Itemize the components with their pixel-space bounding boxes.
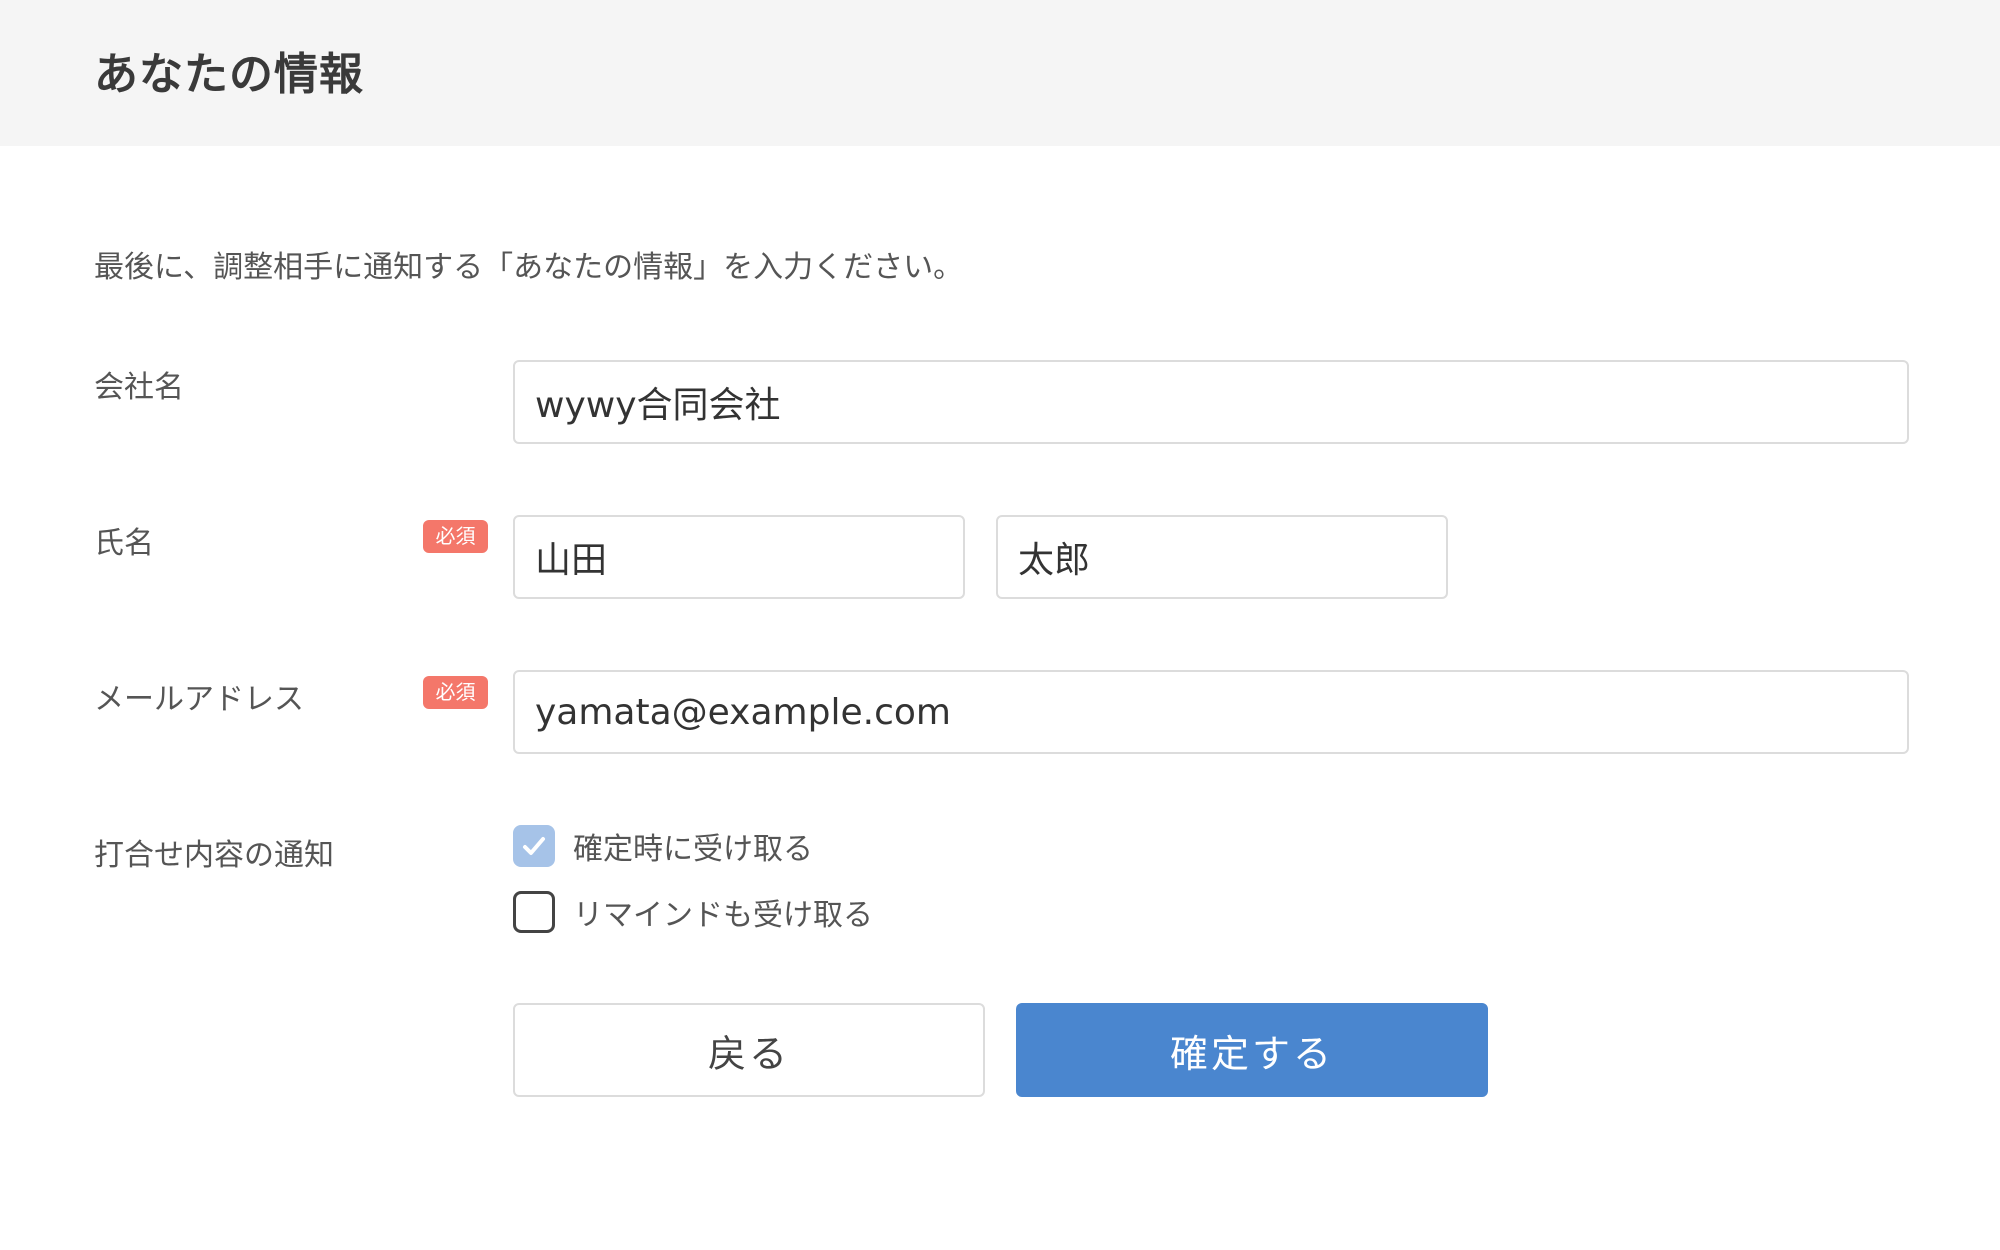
last-name-input[interactable] xyxy=(513,515,965,599)
name-required-badge: 必須 xyxy=(423,520,488,553)
notify-label: 打合せ内容の通知 xyxy=(94,838,334,873)
first-name-input[interactable] xyxy=(996,515,1448,599)
email-required-badge: 必須 xyxy=(423,676,488,709)
checkbox-remind-label: リマインドも受け取る xyxy=(573,898,873,933)
checkbox-confirm-label: 確定時に受け取る xyxy=(573,832,813,867)
page-header: あなたの情報 xyxy=(0,0,2000,146)
email-input[interactable] xyxy=(513,670,1909,754)
check-icon xyxy=(523,837,545,855)
checkbox-remind[interactable] xyxy=(513,891,555,933)
company-label: 会社名 xyxy=(94,370,184,405)
page-title: あなたの情報 xyxy=(94,49,364,100)
checkbox-confirm[interactable] xyxy=(513,825,555,867)
notify-option-remind[interactable]: リマインドも受け取る xyxy=(513,891,873,933)
intro-text: 最後に、調整相手に通知する「あなたの情報」を入力ください。 xyxy=(94,250,964,285)
confirm-button[interactable]: 確定する xyxy=(1016,1003,1488,1097)
company-input[interactable] xyxy=(513,360,1909,444)
notify-option-confirm[interactable]: 確定時に受け取る xyxy=(513,825,813,867)
name-label: 氏名 xyxy=(94,526,154,561)
email-label: メールアドレス xyxy=(94,682,304,717)
back-button[interactable]: 戻る xyxy=(513,1003,985,1097)
